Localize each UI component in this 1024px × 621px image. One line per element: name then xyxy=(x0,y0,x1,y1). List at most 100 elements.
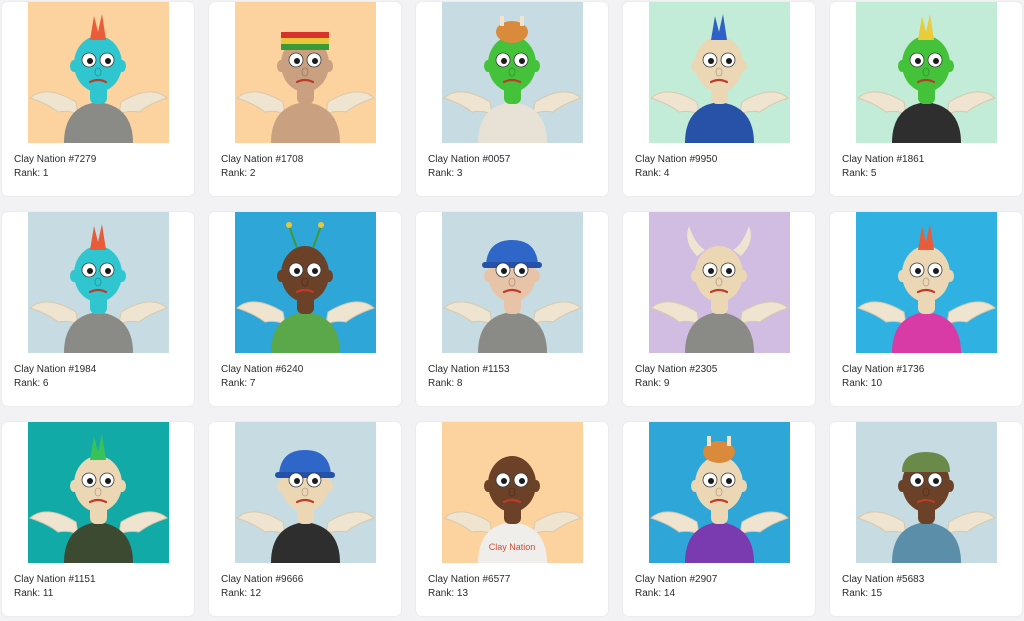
nft-name[interactable]: Clay Nation #1151 xyxy=(14,574,96,585)
nft-image[interactable] xyxy=(442,212,583,353)
clay-nose xyxy=(715,487,723,497)
nft-image[interactable] xyxy=(649,2,790,143)
clay-ear xyxy=(70,60,78,72)
nft-card[interactable]: Clay Nation #2305 Rank: 9 xyxy=(623,212,815,406)
nft-name[interactable]: Clay Nation #1736 xyxy=(842,364,924,375)
nft-name[interactable]: Clay Nation #6577 xyxy=(428,574,510,585)
nft-rank: Rank: 1 xyxy=(14,168,49,179)
nft-name[interactable]: Clay Nation #5683 xyxy=(842,574,924,585)
nft-card[interactable]: Clay Nation #2907 Rank: 14 xyxy=(623,422,815,616)
nft-rank: Rank: 15 xyxy=(842,588,883,599)
clay-pupil xyxy=(87,268,93,274)
nft-name[interactable]: Clay Nation #1708 xyxy=(221,154,303,165)
nft-card[interactable]: Clay Nation #6240 Rank: 7 xyxy=(209,212,401,406)
clay-pupil xyxy=(708,478,714,484)
clay-head xyxy=(695,36,743,92)
clay-pupil xyxy=(105,268,111,274)
clay-head xyxy=(902,36,950,92)
clay-ear xyxy=(739,270,747,282)
clay-pupil xyxy=(726,58,732,64)
nft-rank: Rank: 2 xyxy=(221,168,256,179)
nft-artwork xyxy=(856,2,997,143)
clay-ear xyxy=(532,480,540,492)
nft-name[interactable]: Clay Nation #0057 xyxy=(428,154,510,165)
clay-pupil xyxy=(87,58,93,64)
clay-pupil xyxy=(933,478,939,484)
nft-name[interactable]: Clay Nation #2305 xyxy=(635,364,717,375)
nft-name[interactable]: Clay Nation #1984 xyxy=(14,364,96,375)
clay-pupil xyxy=(915,478,921,484)
nft-image[interactable] xyxy=(235,422,376,563)
clay-cap-brim xyxy=(482,262,542,268)
nft-card[interactable]: Clay Nation #1984 Rank: 6 xyxy=(2,212,194,406)
clay-pupil xyxy=(915,58,921,64)
nft-artwork xyxy=(28,2,169,143)
nft-name[interactable]: Clay Nation #6240 xyxy=(221,364,303,375)
clay-pupil xyxy=(933,268,939,274)
nft-rank: Rank: 12 xyxy=(221,588,262,599)
nft-artwork xyxy=(442,2,583,143)
nft-artwork xyxy=(442,212,583,353)
nft-image[interactable] xyxy=(649,422,790,563)
nft-image[interactable] xyxy=(649,212,790,353)
nft-card[interactable]: Clay Nation #1861 Rank: 5 xyxy=(830,2,1022,196)
clay-ear xyxy=(739,60,747,72)
clay-pupil xyxy=(726,478,732,484)
nft-name[interactable]: Clay Nation #1861 xyxy=(842,154,924,165)
clay-nose xyxy=(508,487,516,497)
clay-head xyxy=(488,36,536,92)
nft-artwork xyxy=(649,2,790,143)
clay-ear xyxy=(118,480,126,492)
nft-image[interactable]: Clay Nation xyxy=(442,422,583,563)
clay-pupil xyxy=(312,478,318,484)
clay-ear xyxy=(484,270,492,282)
nft-image[interactable] xyxy=(856,422,997,563)
nft-card[interactable]: Clay Nation #1736 Rank: 10 xyxy=(830,212,1022,406)
shirt-text: Clay Nation xyxy=(489,542,536,552)
nft-image[interactable] xyxy=(235,2,376,143)
clay-nose xyxy=(94,487,102,497)
nft-name[interactable]: Clay Nation #2907 xyxy=(635,574,717,585)
clay-ear xyxy=(532,60,540,72)
nft-card[interactable]: Clay Nation #5683 Rank: 15 xyxy=(830,422,1022,616)
clay-ear xyxy=(277,480,285,492)
clay-chicken-leg xyxy=(727,436,731,446)
nft-image[interactable] xyxy=(442,2,583,143)
nft-card[interactable]: Clay Nation #7279 Rank: 1 xyxy=(2,2,194,196)
nft-image[interactable] xyxy=(28,2,169,143)
clay-ear xyxy=(946,270,954,282)
nft-card[interactable]: Clay Nation #9950 Rank: 4 xyxy=(623,2,815,196)
nft-image[interactable] xyxy=(28,212,169,353)
nft-rank: Rank: 3 xyxy=(428,168,463,179)
nft-name[interactable]: Clay Nation #1153 xyxy=(428,364,510,375)
nft-artwork xyxy=(28,422,169,563)
clay-nose xyxy=(508,67,516,77)
nft-rank: Rank: 11 xyxy=(14,588,54,599)
nft-card[interactable]: Clay Nation Clay Nation #6577 Rank: 13 xyxy=(416,422,608,616)
nft-image[interactable] xyxy=(28,422,169,563)
nft-card[interactable]: Clay Nation #1151 Rank: 11 xyxy=(2,422,194,616)
nft-artwork xyxy=(649,212,790,353)
nft-card[interactable]: Clay Nation #9666 Rank: 12 xyxy=(209,422,401,616)
clay-nose xyxy=(715,67,723,77)
nft-artwork xyxy=(235,212,376,353)
nft-name[interactable]: Clay Nation #7279 xyxy=(14,154,96,165)
clay-cap-brim xyxy=(275,472,335,478)
nft-image[interactable] xyxy=(856,212,997,353)
nft-name[interactable]: Clay Nation #9950 xyxy=(635,154,717,165)
nft-name[interactable]: Clay Nation #9666 xyxy=(221,574,303,585)
nft-artwork xyxy=(649,422,790,563)
nft-image[interactable] xyxy=(235,212,376,353)
nft-rank: Rank: 9 xyxy=(635,378,670,389)
nft-card[interactable]: Clay Nation #1708 Rank: 2 xyxy=(209,2,401,196)
nft-image[interactable] xyxy=(856,2,997,143)
clay-nose xyxy=(508,277,516,287)
clay-nose xyxy=(94,277,102,287)
clay-nose xyxy=(301,277,309,287)
clay-pupil xyxy=(294,478,300,484)
nft-card[interactable]: Clay Nation #0057 Rank: 3 xyxy=(416,2,608,196)
nft-card[interactable]: Clay Nation #1153 Rank: 8 xyxy=(416,212,608,406)
clay-pupil xyxy=(501,58,507,64)
clay-head xyxy=(695,246,743,302)
clay-pupil xyxy=(105,58,111,64)
